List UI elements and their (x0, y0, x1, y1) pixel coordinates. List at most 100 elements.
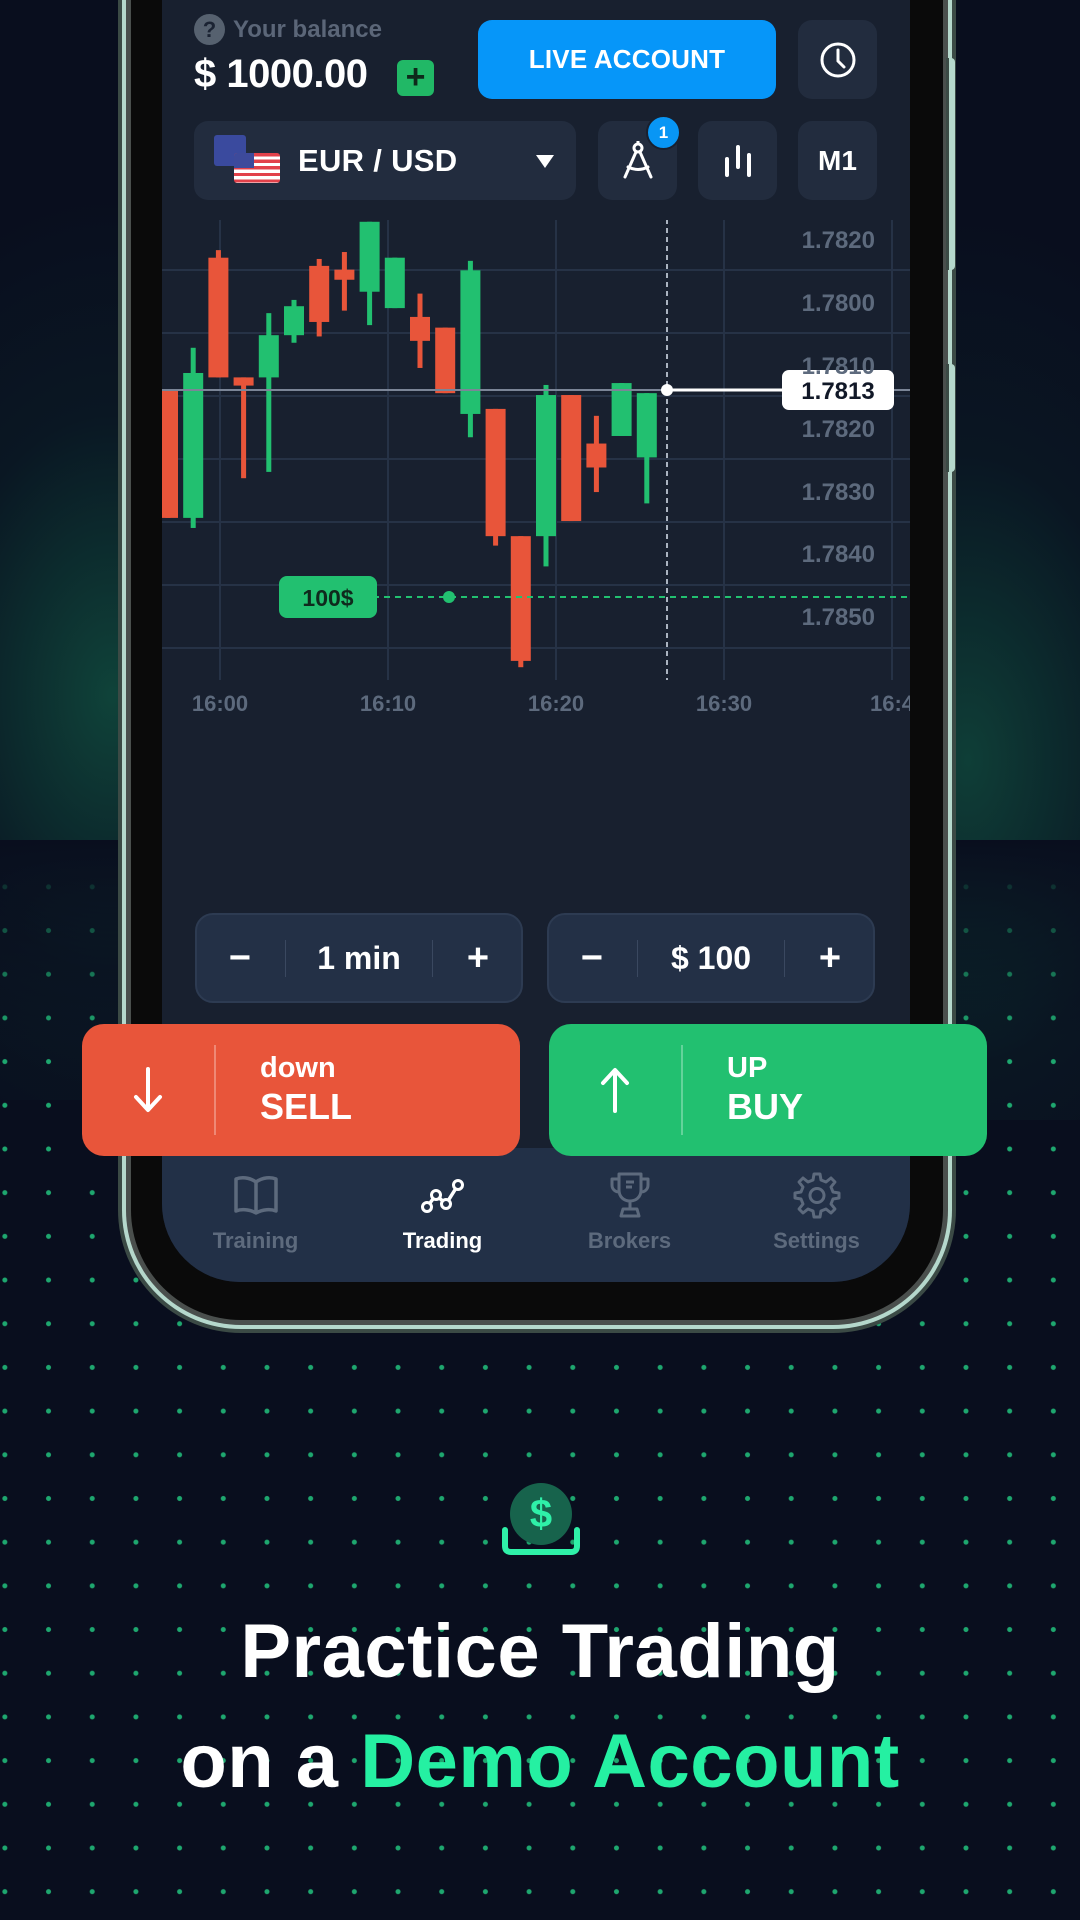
buy-text: UP BUY (727, 1051, 803, 1129)
candle-body (309, 265, 330, 322)
candle (309, 258, 330, 337)
candle-body (359, 221, 380, 292)
tab-settings[interactable]: Settings (723, 1148, 910, 1282)
candle (233, 377, 254, 479)
sell-direction-label: down (260, 1052, 336, 1084)
headline-prefix: on a (180, 1719, 361, 1804)
amount-increase-button[interactable]: + (787, 915, 873, 1001)
dollar-deposit-icon: $ (502, 1483, 580, 1555)
tab-label: Trading (402, 1228, 483, 1253)
current-price-label: 1.7813 (801, 378, 874, 405)
candle-body (410, 316, 430, 341)
tab-training[interactable]: Training (162, 1148, 349, 1282)
tab-label: Settings (773, 1228, 860, 1253)
candle-body (233, 377, 254, 386)
bottom-tab-bar: Training Trading Brokers Settings (162, 1148, 910, 1282)
chevron-down-icon (536, 155, 554, 168)
candle-body (284, 306, 304, 336)
candle (162, 390, 178, 518)
duration-stepper: − 1 min + (195, 913, 523, 1003)
arrow-wrap (549, 1024, 681, 1156)
amount-decrease-button[interactable]: − (549, 915, 635, 1001)
candle (410, 293, 430, 368)
amount-stepper: − $ 100 + (547, 913, 875, 1003)
trophy-icon (610, 1172, 649, 1218)
candle (636, 393, 657, 504)
candle (208, 250, 229, 378)
candle (183, 347, 204, 528)
sell-label: SELL (260, 1086, 353, 1127)
timeframe-button[interactable]: M1 (798, 121, 877, 200)
candle-body (636, 393, 657, 458)
candle (435, 327, 456, 394)
headline-line-1: Practice Trading (240, 1609, 840, 1694)
candle-body (162, 390, 178, 518)
buy-direction-label: UP (727, 1052, 768, 1084)
candle (284, 299, 304, 343)
y-tick-label: 1.7800 (802, 290, 875, 317)
candle (586, 415, 607, 493)
duration-value[interactable]: 1 min (285, 915, 433, 1001)
candle-body (510, 536, 531, 661)
amount-value[interactable]: $ 100 (637, 915, 785, 1001)
indicators-button[interactable] (698, 121, 777, 200)
candle-body (384, 257, 405, 309)
tab-brokers[interactable]: Brokers (536, 1148, 723, 1282)
buy-button[interactable]: UP BUY (549, 1024, 987, 1156)
divider (214, 1045, 216, 1135)
price-pointer-dot (661, 384, 673, 396)
phone-volume-button (946, 58, 955, 270)
candles-icon (724, 144, 751, 177)
candle-body (460, 270, 481, 414)
sell-button[interactable]: down SELL (82, 1024, 520, 1156)
balance-label-row: ? Your balance (194, 14, 382, 45)
clock-icon (820, 42, 855, 77)
trade-marker-label: 100$ (302, 585, 353, 611)
y-tick-label: 1.7820 (802, 227, 875, 254)
y-tick-label: 1.7840 (802, 541, 875, 568)
question-circle-icon[interactable]: ? (194, 14, 225, 45)
headline-accent: Demo Account (360, 1719, 900, 1804)
book-icon (233, 1176, 278, 1215)
drawing-tools-button[interactable]: 1 (598, 115, 681, 200)
currency-pair-label: EUR / USD (298, 143, 458, 178)
x-tick-label: 16:20 (528, 691, 584, 716)
y-tick-label: 1.7850 (802, 604, 875, 631)
candle (359, 221, 380, 326)
tab-label: Brokers (587, 1228, 672, 1253)
tab-label: Training (212, 1228, 299, 1253)
candle-wick (341, 252, 347, 311)
duration-increase-button[interactable]: + (435, 915, 521, 1001)
chart-line-icon (420, 1179, 464, 1213)
add-funds-button[interactable]: + (397, 60, 434, 96)
candlestick-chart[interactable]: 1.7813 100$ 1.7820 1.7800 1.7810 1.7820 1.783… (162, 220, 910, 820)
buy-label: BUY (727, 1086, 804, 1127)
candle-body (611, 383, 632, 436)
candle (536, 384, 556, 567)
svg-text:$: $ (530, 1492, 552, 1536)
phone-power-button (946, 364, 955, 472)
candle-body (586, 443, 607, 468)
candle-body (183, 372, 204, 518)
candle (510, 536, 531, 668)
gear-icon (793, 1172, 840, 1219)
tab-trading[interactable]: Trading (349, 1148, 536, 1282)
live-account-button[interactable]: LIVE ACCOUNT (478, 20, 776, 99)
x-tick-label: 16:00 (192, 691, 248, 716)
candle (611, 383, 632, 436)
balance-value: $ 1000.00 (194, 52, 368, 96)
candle-body (334, 269, 355, 280)
y-tick-label: 1.7810 (802, 353, 875, 380)
history-button[interactable] (798, 20, 877, 99)
candle (460, 260, 481, 438)
arrow-up-icon (601, 1068, 629, 1113)
currency-pair-select[interactable]: EUR / USD (194, 121, 576, 200)
divider (681, 1045, 683, 1135)
plus-icon: + (405, 58, 426, 96)
y-tick-label: 1.7820 (802, 416, 875, 443)
candle-body (536, 395, 556, 537)
duration-decrease-button[interactable]: − (197, 915, 283, 1001)
candle (485, 408, 506, 546)
x-tick-label: 16:30 (696, 691, 752, 716)
notification-badge: 1 (646, 115, 681, 150)
